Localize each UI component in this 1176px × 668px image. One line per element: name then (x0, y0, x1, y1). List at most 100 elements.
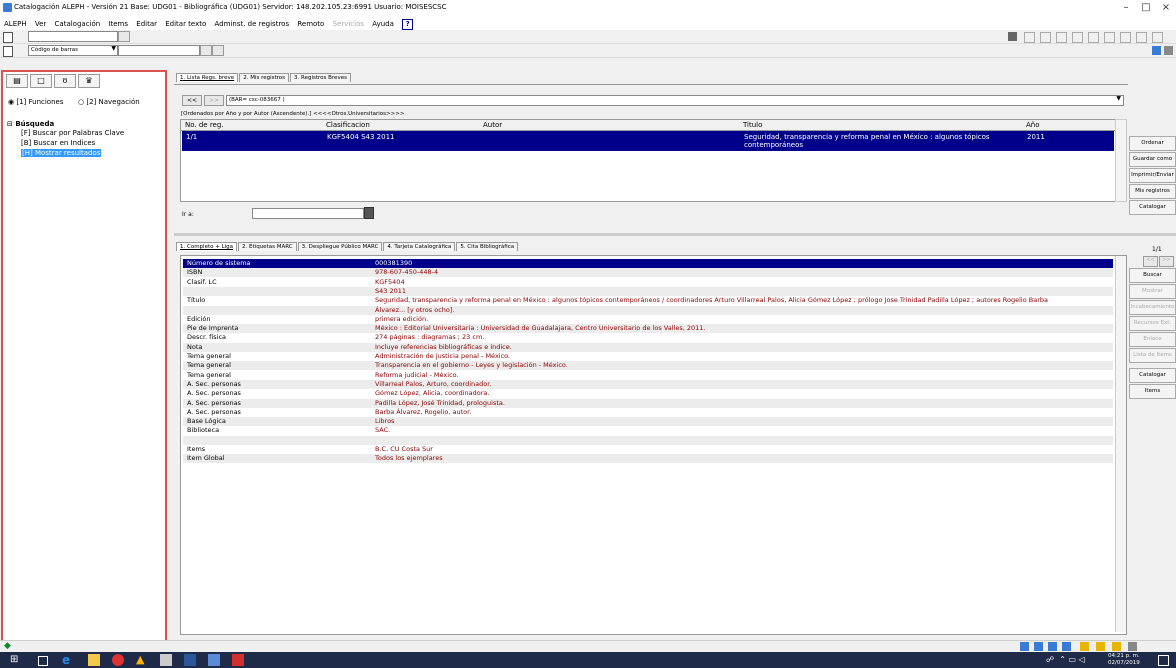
record-row[interactable]: Número de sistema 000381390 (183, 259, 1113, 268)
list-scrollbar[interactable] (1115, 119, 1127, 202)
record-row[interactable]: Pie de Imprenta México : Editorial Univer… (183, 324, 1113, 334)
buscar-button[interactable]: Buscar (1129, 268, 1176, 283)
splitter[interactable] (174, 233, 1176, 236)
tool-icon[interactable] (1152, 32, 1163, 43)
status-icon[interactable] (1034, 642, 1043, 651)
menu-admin-registros[interactable]: Adminst. de registros (215, 20, 290, 28)
print-icon[interactable] (1008, 32, 1017, 41)
guardar-como-button[interactable]: Guardar como (1129, 152, 1176, 167)
record-row[interactable]: A. Sec. personas Padilla López, José Trin… (183, 398, 1113, 408)
close-icon[interactable] (1164, 46, 1173, 55)
volume-icon[interactable]: ◁ (1079, 655, 1085, 664)
status-icon[interactable] (1096, 642, 1105, 651)
status-icon[interactable] (1128, 642, 1137, 651)
tab-search-icon[interactable]: ♛ (78, 74, 100, 88)
menu-catalogacion[interactable]: Catalogación (55, 20, 101, 28)
record-row[interactable]: Tema general Transparencia en el gobierno… (183, 361, 1113, 371)
prev-button[interactable]: << (182, 95, 202, 106)
status-icon[interactable] (1062, 642, 1071, 651)
items-button[interactable]: Items (1129, 384, 1176, 399)
acrobat-icon[interactable] (232, 654, 244, 666)
catalogar-lower-button[interactable]: Catalogar (1129, 368, 1176, 383)
col-titulo[interactable]: Titulo (743, 121, 762, 129)
catalogar-button[interactable]: Catalogar (1129, 200, 1176, 215)
record-row[interactable]: Items B.C. CU Costa Sur (183, 445, 1113, 454)
file-explorer-icon[interactable] (88, 654, 100, 666)
tab-completo-liga[interactable]: 1. Completo + Liga (176, 242, 238, 251)
record-row[interactable]: A. Sec. personas Villarreal Palos, Arturo… (183, 379, 1113, 389)
col-no-reg[interactable]: No. de reg. (185, 121, 224, 129)
record-row[interactable]: Título Seguridad, transparencia y reforma… (183, 296, 1113, 305)
tab-etiquetas-marc[interactable]: 2. Etiquetas MARC (238, 242, 297, 251)
menu-items[interactable]: Items (108, 20, 128, 28)
record-row[interactable]: Item Global Todos los ejemplares (183, 454, 1113, 464)
windows-start-icon[interactable]: ⊞ (10, 654, 22, 666)
tab-blank-icon[interactable]: □ (30, 74, 52, 88)
settings-icon[interactable] (1152, 46, 1161, 55)
menu-aleph[interactable]: ALEPH (4, 20, 27, 28)
app-icon[interactable] (160, 654, 172, 666)
notifications-icon[interactable] (1158, 655, 1169, 666)
tree-item-keyword[interactable]: [F] Buscar por Palabras Clave (21, 129, 124, 137)
col-anio[interactable]: Año (1026, 121, 1040, 129)
people-icon[interactable]: ☍ (1046, 655, 1054, 664)
record-row[interactable]: A. Sec. personas Gómez López, Alicia, coo… (183, 389, 1113, 398)
tab-cita-bibliografica[interactable]: 5. Cita Bibliográfica (456, 242, 519, 251)
clock[interactable]: 04:21 p. m. 02/07/2019 (1108, 653, 1140, 667)
tool-icon[interactable] (1072, 32, 1083, 43)
goto-button[interactable] (364, 207, 374, 219)
record-row[interactable]: Tema general Administración de justicia p… (183, 352, 1113, 361)
functions-radio[interactable]: ◉ [1] Funciones (8, 98, 63, 106)
table-row[interactable]: 1/1 KGF5404 S43 2011 Seguridad, transpar… (182, 131, 1114, 151)
record-row[interactable]: S43 2011 (183, 286, 1113, 296)
aleph-icon[interactable]: ▲ (136, 654, 148, 666)
tool-icon[interactable] (1088, 32, 1099, 43)
ellipsis-button[interactable] (200, 45, 212, 56)
close-button[interactable]: × (1158, 2, 1174, 14)
mis-registros-button[interactable]: Mis registros (1129, 184, 1176, 199)
help-icon[interactable]: ? (402, 19, 414, 30)
tool-icon[interactable] (1056, 32, 1067, 43)
chrome-icon[interactable] (112, 654, 124, 666)
tab-mis-registros[interactable]: 2. Mis registros (239, 73, 290, 82)
barcode-input[interactable] (118, 45, 200, 56)
menu-editar-texto[interactable]: Editar texto (165, 20, 206, 28)
col-autor[interactable]: Autor (483, 121, 502, 129)
status-icon[interactable] (1080, 642, 1089, 651)
status-icon[interactable] (1112, 642, 1121, 651)
barcode-type-select[interactable]: Código de barras ▼ (28, 45, 118, 56)
menu-ver[interactable]: Ver (35, 20, 46, 28)
record-row[interactable]: Edición primera edición. (183, 315, 1113, 324)
menu-ayuda[interactable]: Ayuda (372, 20, 394, 28)
record-row[interactable]: Base Lógica Libros (183, 417, 1113, 427)
col-clasificacion[interactable]: Clasificacion (326, 121, 370, 129)
record-row[interactable]: Biblioteca SAC. (183, 426, 1113, 435)
tree-item-results[interactable]: [H] Mostrar resultados (21, 149, 102, 157)
record-row[interactable]: Descr. física 274 páginas : diagramas ; 2… (183, 333, 1113, 342)
record-row[interactable]: A. Sec. personas Barba Álvarez, Rogelio, … (183, 408, 1113, 417)
maximize-button[interactable]: □ (1138, 2, 1154, 14)
tab-lista-breve[interactable]: 1. Lista Regs. breve (176, 73, 239, 82)
navigation-radio[interactable]: ○ [2] Navegación (78, 98, 140, 106)
chevron-up-icon[interactable]: ⌃ (1059, 655, 1066, 664)
tab-doc-icon[interactable]: ▤ (6, 74, 28, 88)
record-row[interactable]: ISBN 978-607-450-448-4 (183, 268, 1113, 278)
minimize-button[interactable]: – (1118, 2, 1134, 14)
record-row[interactable]: Álvarez... [y otros ocho]. (183, 305, 1113, 315)
tool-icon[interactable] (1120, 32, 1131, 43)
go-button[interactable] (118, 31, 130, 42)
catalog-app-icon[interactable] (208, 654, 220, 666)
task-view-icon[interactable] (38, 656, 48, 666)
menu-remoto[interactable]: Remoto (297, 20, 324, 28)
status-icon[interactable] (1048, 642, 1057, 651)
tool-icon[interactable] (1040, 32, 1051, 43)
go-button[interactable] (212, 45, 224, 56)
tool-icon[interactable] (1024, 32, 1035, 43)
tool-icon[interactable] (1136, 32, 1147, 43)
tab-tarjeta-catalografica[interactable]: 4. Tarjeta Catalográfica (383, 242, 456, 251)
network-icon[interactable]: ▭ (1068, 655, 1076, 664)
goto-input[interactable] (252, 208, 364, 219)
tab-bookmark-icon[interactable]: ʊ (54, 74, 76, 88)
ordenar-button[interactable]: Ordenar (1129, 136, 1176, 151)
menu-editar[interactable]: Editar (136, 20, 157, 28)
